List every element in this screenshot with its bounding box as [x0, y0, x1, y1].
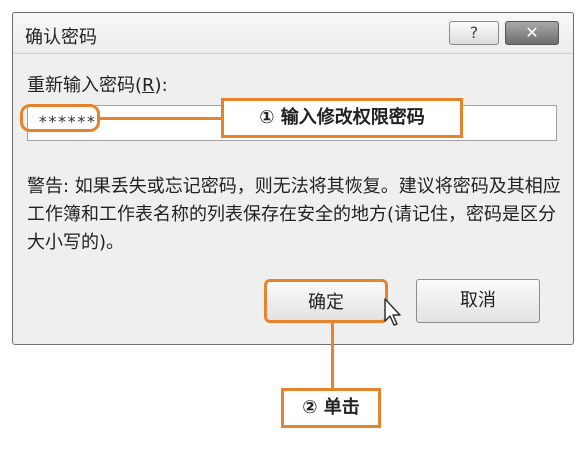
step1-highlight — [20, 104, 100, 132]
warning-text: 警告: 如果丢失或忘记密码，则无法将其恢复。建议将密码及其相应工作簿和工作表名称… — [27, 176, 561, 253]
help-button[interactable]: ? — [449, 21, 499, 45]
close-icon: ✕ — [525, 23, 539, 42]
confirm-password-dialog: 确认密码 ? ✕ 重新输入密码(R): ****** 警告: 如果丢失或忘记密码… — [12, 12, 574, 345]
mouse-pointer-icon — [384, 298, 401, 326]
step2-connector — [331, 322, 334, 388]
help-icon: ? — [469, 23, 479, 42]
cancel-button[interactable]: 取消 — [416, 279, 540, 323]
title-bar: 确认密码 ? ✕ — [13, 13, 573, 54]
step1-callout: ① 输入修改权限密码 — [221, 98, 463, 138]
password-label-prefix: 重新输入密码( — [27, 75, 143, 96]
dialog-title: 确认密码 — [25, 27, 97, 48]
password-label: 重新输入密码(R): — [27, 71, 168, 97]
step2-callout: ② 单击 — [281, 388, 381, 428]
screenshot-stage: 确认密码 ? ✕ 重新输入密码(R): ****** 警告: 如果丢失或忘记密码… — [0, 0, 585, 450]
ok-button[interactable]: 确定 — [264, 279, 388, 323]
password-label-suffix: ): — [154, 75, 168, 96]
close-button[interactable]: ✕ — [505, 21, 559, 45]
password-label-accesskey: R — [142, 75, 155, 96]
step1-connector — [100, 117, 221, 120]
